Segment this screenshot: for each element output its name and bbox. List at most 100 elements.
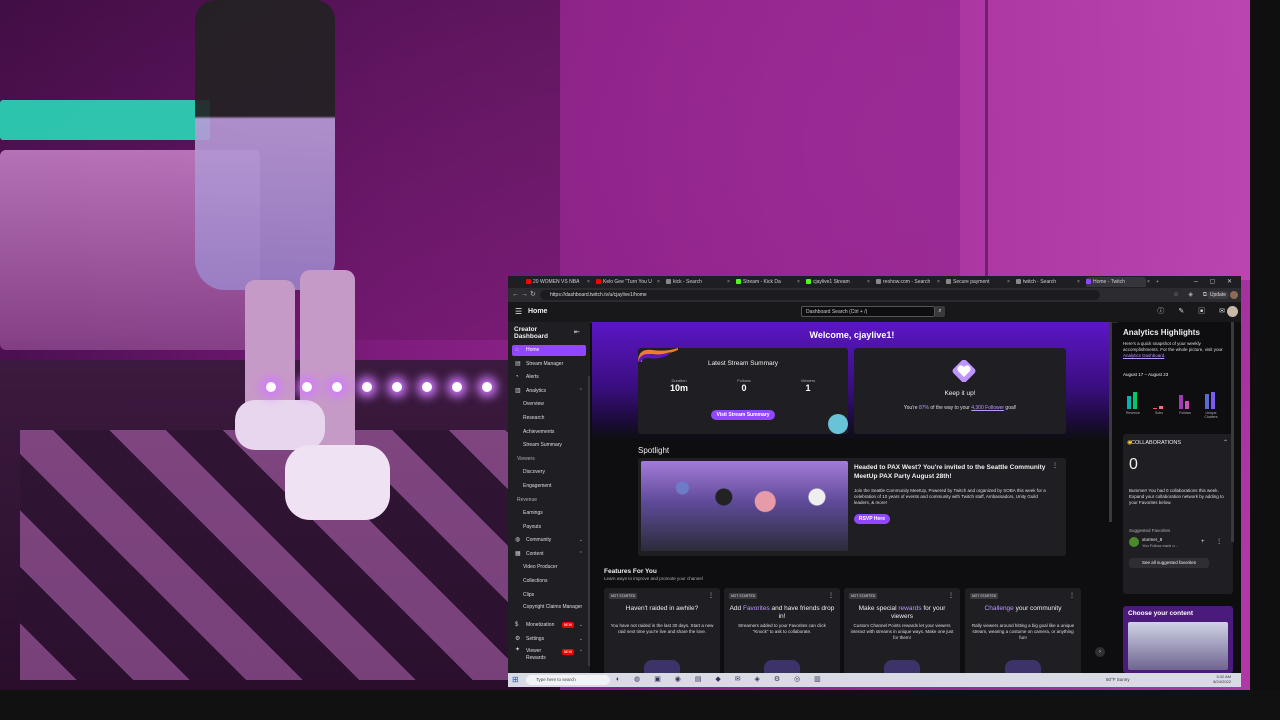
duration-stat: Duration 10m	[659, 378, 699, 394]
new-tab-icon[interactable]: +	[1156, 277, 1159, 287]
browser-tab[interactable]: kick - Search	[666, 277, 726, 287]
sidebar-icon: ◍	[515, 537, 521, 544]
sidebar-item-home[interactable]: ⌂ Home	[512, 345, 586, 356]
rsvp-button[interactable]: RSVP Here	[854, 514, 890, 524]
search-icon[interactable]: ⌕	[935, 306, 945, 317]
chevron-down-icon[interactable]: ⌄	[579, 647, 583, 654]
sidebar-item-monetization[interactable]: $ Monetization NEW ⌄	[512, 620, 586, 631]
sidebar-item-content[interactable]: ▦ Content ⌃	[512, 549, 586, 560]
close-tab-icon[interactable]: ×	[937, 277, 940, 287]
sidebar-item-label: Copyright Claims Manager	[523, 604, 583, 611]
sock-right	[285, 445, 390, 520]
follower-goal-link[interactable]: 4,300 Follower	[971, 405, 1004, 411]
choose-content-image[interactable]	[1128, 622, 1228, 670]
sidebar-item-payouts[interactable]: Payouts	[512, 522, 586, 533]
sidebar-item-achievements[interactable]: Achievements	[512, 427, 586, 438]
suggested-name[interactable]: xtormer_8	[1142, 537, 1162, 542]
chevron-down-icon[interactable]: ⌄	[579, 535, 583, 546]
close-tab-icon[interactable]: ×	[1147, 277, 1150, 287]
chevron-up-icon[interactable]: ⌃	[579, 386, 583, 397]
taskbar-app-icons[interactable]: ◐ ◍ ▣ ◉ ▤ ◆ ✉ ◈ ⚙ ◎ ▥	[616, 675, 827, 685]
sidebar-item-alerts[interactable]: ◔ Alerts	[512, 372, 586, 383]
sidebar-item-label: Earnings	[523, 510, 543, 516]
browser-tab[interactable]: reohow.com - Search	[876, 277, 936, 287]
chevron-up-icon[interactable]: ⌃	[579, 549, 583, 560]
analytics-dashboard-link[interactable]: Analytics Dashboard	[1123, 353, 1164, 358]
sidebar-item-analytics[interactable]: ▥ Analytics ⌃	[512, 386, 586, 397]
right-scrollbar[interactable]	[1231, 322, 1234, 542]
sidebar-item-copyright-claims-manager[interactable]: Copyright Claims Manager	[512, 603, 586, 619]
analytics-description: Here's a quick snapshot of your weekly a…	[1123, 341, 1223, 358]
suggested-avatar[interactable]	[1129, 537, 1139, 547]
extension-icons[interactable]: ☆ ◈ ⧉	[1173, 290, 1211, 300]
menu-icon[interactable]: ☰	[515, 307, 522, 317]
more-options-icon[interactable]: ⋮	[708, 592, 714, 599]
browser-tab[interactable]: Stream - Kick Da	[736, 277, 796, 287]
sidebar-icon: ▥	[515, 387, 521, 394]
user-avatar[interactable]	[1227, 306, 1238, 317]
close-tab-icon[interactable]: ×	[1007, 277, 1010, 287]
sidebar-item-discovery[interactable]: Discovery	[512, 467, 586, 478]
reload-icon[interactable]: ↻	[530, 290, 536, 300]
header-icons[interactable]: ⓘ ✎ ▣ ✉	[1157, 307, 1231, 317]
feature-card[interactable]: NOT STARTED ⋮ Haven't raided in awhile? You…	[604, 588, 720, 673]
forward-icon[interactable]: →	[521, 290, 528, 300]
sidebar-item-video-producer[interactable]: Video Producer	[512, 562, 586, 573]
feature-card[interactable]: NOT STARTED ⋮ Challenge your community Rall…	[965, 588, 1081, 673]
browser-tab[interactable]: cjaylive1 Stream	[806, 277, 866, 287]
close-tab-icon[interactable]: ×	[797, 277, 800, 287]
feature-card[interactable]: NOT STARTED ⋮ Make special rewards for you…	[844, 588, 960, 673]
add-favorite-icon[interactable]: + ⋮	[1201, 538, 1227, 545]
update-button[interactable]: Update	[1206, 291, 1229, 299]
browser-tab[interactable]: Kelo Gee "Turn You U	[596, 277, 656, 287]
taskbar-weather[interactable]: 50°F Sunny	[1106, 675, 1130, 685]
more-options-icon[interactable]: ⋮	[948, 592, 954, 599]
sidebar-item-community[interactable]: ◍ Community ⌄	[512, 535, 586, 546]
more-options-icon[interactable]: ⋮	[828, 592, 834, 599]
back-icon[interactable]: ←	[512, 290, 519, 300]
spotlight-image[interactable]	[641, 461, 848, 551]
sidebar-item-clips[interactable]: Clips	[512, 590, 586, 601]
see-all-favorites-button[interactable]: See all suggested favorites	[1129, 558, 1209, 568]
close-tab-icon[interactable]: ×	[727, 277, 730, 287]
chevron-down-icon[interactable]: ⌄	[579, 620, 583, 631]
window-controls[interactable]: ─ ▢ ✕	[1194, 277, 1237, 287]
analytics-mini-chart[interactable]: Revenue Subs Follows Unique Chatters	[1123, 382, 1235, 419]
more-options-icon[interactable]: ⋮	[1052, 462, 1058, 469]
taskbar-search[interactable]: Type here to search	[526, 675, 610, 685]
close-tab-icon[interactable]: ×	[657, 277, 660, 287]
sidebar-item-collections[interactable]: Collections	[512, 576, 586, 587]
sidebar-item-overview[interactable]: Overview	[512, 399, 586, 410]
sidebar-item-stream-manager[interactable]: ▤ Stream Manager	[512, 359, 586, 370]
chevron-up-icon[interactable]: ⌃	[1223, 439, 1228, 446]
browser-tab[interactable]: 20 WOMEN VS NBA	[526, 277, 586, 287]
close-tab-icon[interactable]: ×	[587, 277, 590, 287]
browser-tab[interactable]: twitch - Search	[1016, 277, 1076, 287]
collapse-icon[interactable]: ⇤	[574, 328, 580, 336]
sidebar-item-viewer-rewards[interactable]: ✦ Viewer Rewards NEW ⌄	[512, 647, 586, 663]
sidebar-item-research[interactable]: Research	[512, 413, 586, 424]
browser-tab[interactable]: Secure payment	[946, 277, 1006, 287]
url-field[interactable]: https://dashboard.twitch.tv/u/cjaylive1/…	[540, 290, 1100, 300]
browser-tab[interactable]: Home - Twitch	[1086, 277, 1146, 287]
close-tab-icon[interactable]: ×	[1077, 277, 1080, 287]
close-tab-icon[interactable]: ×	[867, 277, 870, 287]
sidebar-icon: ✦	[515, 647, 521, 654]
sidebar-item-engagement[interactable]: Engagement	[512, 481, 586, 492]
windows-start-icon[interactable]: ⊞	[512, 675, 519, 685]
main-scrollbar[interactable]	[1109, 322, 1112, 522]
sidebar-item-stream-summary[interactable]: Stream Summary	[512, 440, 586, 451]
visit-stream-summary-button[interactable]: Visit Stream Summary	[711, 410, 775, 420]
chevron-right-icon[interactable]: ›	[1095, 647, 1105, 657]
chevron-down-icon[interactable]: ⌄	[579, 634, 583, 645]
keep-it-up-card: Keep it up! You're 87% of the way to you…	[854, 348, 1066, 434]
more-options-icon[interactable]: ⋮	[1069, 592, 1075, 599]
page-title: Home	[528, 308, 548, 315]
sidebar-item-earnings[interactable]: Earnings	[512, 508, 586, 519]
taskbar-clock[interactable]: 3:32 AM 8/24/2022	[1213, 674, 1231, 684]
dashboard-search-input[interactable]: Dashboard Search (Ctrl + /)	[801, 306, 935, 317]
feature-card[interactable]: NOT STARTED ⋮ Add Favorites and have frien…	[724, 588, 840, 673]
sidebar-scrollbar[interactable]	[588, 376, 590, 666]
browser-profile-avatar[interactable]	[1230, 291, 1238, 299]
sidebar-item-settings[interactable]: ⚙ Settings ⌄	[512, 634, 586, 645]
